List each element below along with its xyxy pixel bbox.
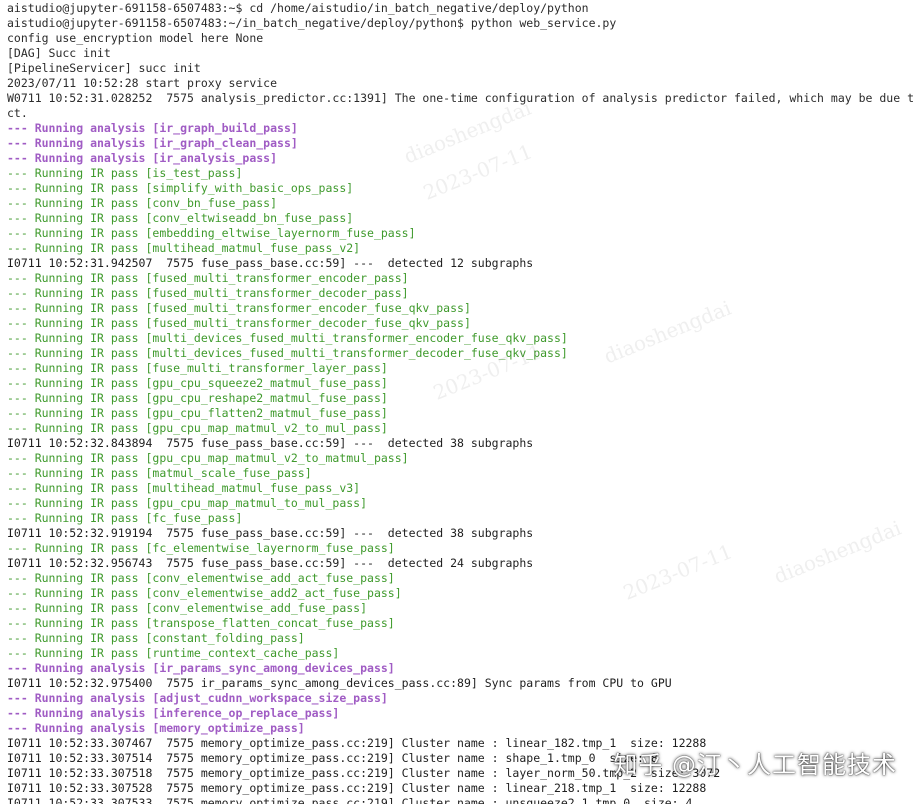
terminal-line: --- Running IR pass [conv_elementwise_ad… <box>7 601 368 615</box>
terminal-line: --- Running IR pass [multihead_matmul_fu… <box>7 481 361 495</box>
terminal-line: --- Running IR pass [constant_folding_pa… <box>7 631 305 645</box>
brand-watermark: 知乎 @汀丶人工智能技术 <box>613 751 897 779</box>
terminal-line: --- Running IR pass [embedding_eltwise_l… <box>7 226 416 240</box>
terminal-output[interactable]: aistudio@jupyter-691158-6507483:~$ cd /h… <box>0 0 923 804</box>
terminal-line: --- Running IR pass [conv_bn_fuse_pass] <box>7 196 278 210</box>
terminal-line: --- Running IR pass [multihead_matmul_fu… <box>7 241 361 255</box>
terminal-line: --- Running IR pass [fused_multi_transfo… <box>7 316 471 330</box>
terminal-line: --- Running IR pass [fc_fuse_pass] <box>7 511 243 525</box>
terminal-line: aistudio@jupyter-691158-6507483:~/in_bat… <box>7 16 617 30</box>
terminal-line: --- Running IR pass [fc_elementwise_laye… <box>7 541 395 555</box>
terminal-line: --- Running IR pass [gpu_cpu_map_matmul_… <box>7 451 409 465</box>
terminal-line: --- Running analysis [inference_op_repla… <box>7 706 340 720</box>
terminal-line: --- Running analysis [ir_graph_build_pas… <box>7 121 298 135</box>
terminal-line: --- Running analysis [adjust_cudnn_works… <box>7 691 388 705</box>
terminal-line: --- Running IR pass [gpu_cpu_map_matmul_… <box>7 421 388 435</box>
terminal-line: --- Running IR pass [conv_eltwiseadd_bn_… <box>7 211 354 225</box>
terminal-line: --- Running IR pass [fused_multi_transfo… <box>7 301 471 315</box>
terminal-line: --- Running IR pass [gpu_cpu_map_matmul_… <box>7 496 368 510</box>
terminal-line: --- Running IR pass [multi_devices_fused… <box>7 346 568 360</box>
terminal-line: --- Running IR pass [gpu_cpu_squeeze2_ma… <box>7 376 388 390</box>
terminal-line: --- Running IR pass [fused_multi_transfo… <box>7 271 409 285</box>
terminal-line: --- Running IR pass [fused_multi_transfo… <box>7 286 409 300</box>
terminal-line: I0711 10:52:31.942507 7575 fuse_pass_bas… <box>7 256 534 270</box>
terminal-line: I0711 10:52:32.956743 7575 fuse_pass_bas… <box>7 556 534 570</box>
terminal-line: --- Running IR pass [conv_elementwise_ad… <box>7 586 402 600</box>
terminal-line: aistudio@jupyter-691158-6507483:~$ cd /h… <box>7 1 589 15</box>
terminal-line: --- Running IR pass [fuse_multi_transfor… <box>7 361 388 375</box>
terminal-line: --- Running IR pass [conv_elementwise_ad… <box>7 571 395 585</box>
terminal-line: I0711 10:52:33.307533 7575 memory_optimi… <box>7 796 693 804</box>
terminal-line: --- Running analysis [ir_params_sync_amo… <box>7 661 395 675</box>
terminal-line: --- Running analysis [memory_optimize_pa… <box>7 721 305 735</box>
terminal-line: 2023/07/11 10:52:28 start proxy service <box>7 76 278 90</box>
terminal-line: --- Running IR pass [runtime_context_cac… <box>7 646 340 660</box>
terminal-line: config use_encryption model here None <box>7 31 264 45</box>
terminal-line: --- Running analysis [ir_graph_clean_pas… <box>7 136 298 150</box>
terminal-line: --- Running IR pass [gpu_cpu_reshape2_ma… <box>7 391 388 405</box>
terminal-line: I0711 10:52:32.975400 7575 ir_params_syn… <box>7 676 672 690</box>
terminal-line: [PipelineServicer] succ init <box>7 61 201 75</box>
terminal-line: --- Running IR pass [is_test_pass] <box>7 166 243 180</box>
terminal-line: --- Running IR pass [multi_devices_fused… <box>7 331 568 345</box>
terminal-line: --- Running IR pass [gpu_cpu_flatten2_ma… <box>7 406 388 420</box>
terminal-line: ct. <box>7 106 28 120</box>
terminal-line: I0711 10:52:32.843894 7575 fuse_pass_bas… <box>7 436 534 450</box>
terminal-line: --- Running analysis [ir_analysis_pass] <box>7 151 278 165</box>
terminal-line: W0711 10:52:31.028252 7575 analysis_pred… <box>7 91 914 105</box>
terminal-line: --- Running IR pass [matmul_scale_fuse_p… <box>7 466 312 480</box>
terminal-line: I0711 10:52:32.919194 7575 fuse_pass_bas… <box>7 526 534 540</box>
terminal-line: --- Running IR pass [simplify_with_basic… <box>7 181 354 195</box>
terminal-line: --- Running IR pass [transpose_flatten_c… <box>7 616 395 630</box>
terminal-line: I0711 10:52:33.307528 7575 memory_optimi… <box>7 781 707 795</box>
terminal-line: [DAG] Succ init <box>7 46 111 60</box>
